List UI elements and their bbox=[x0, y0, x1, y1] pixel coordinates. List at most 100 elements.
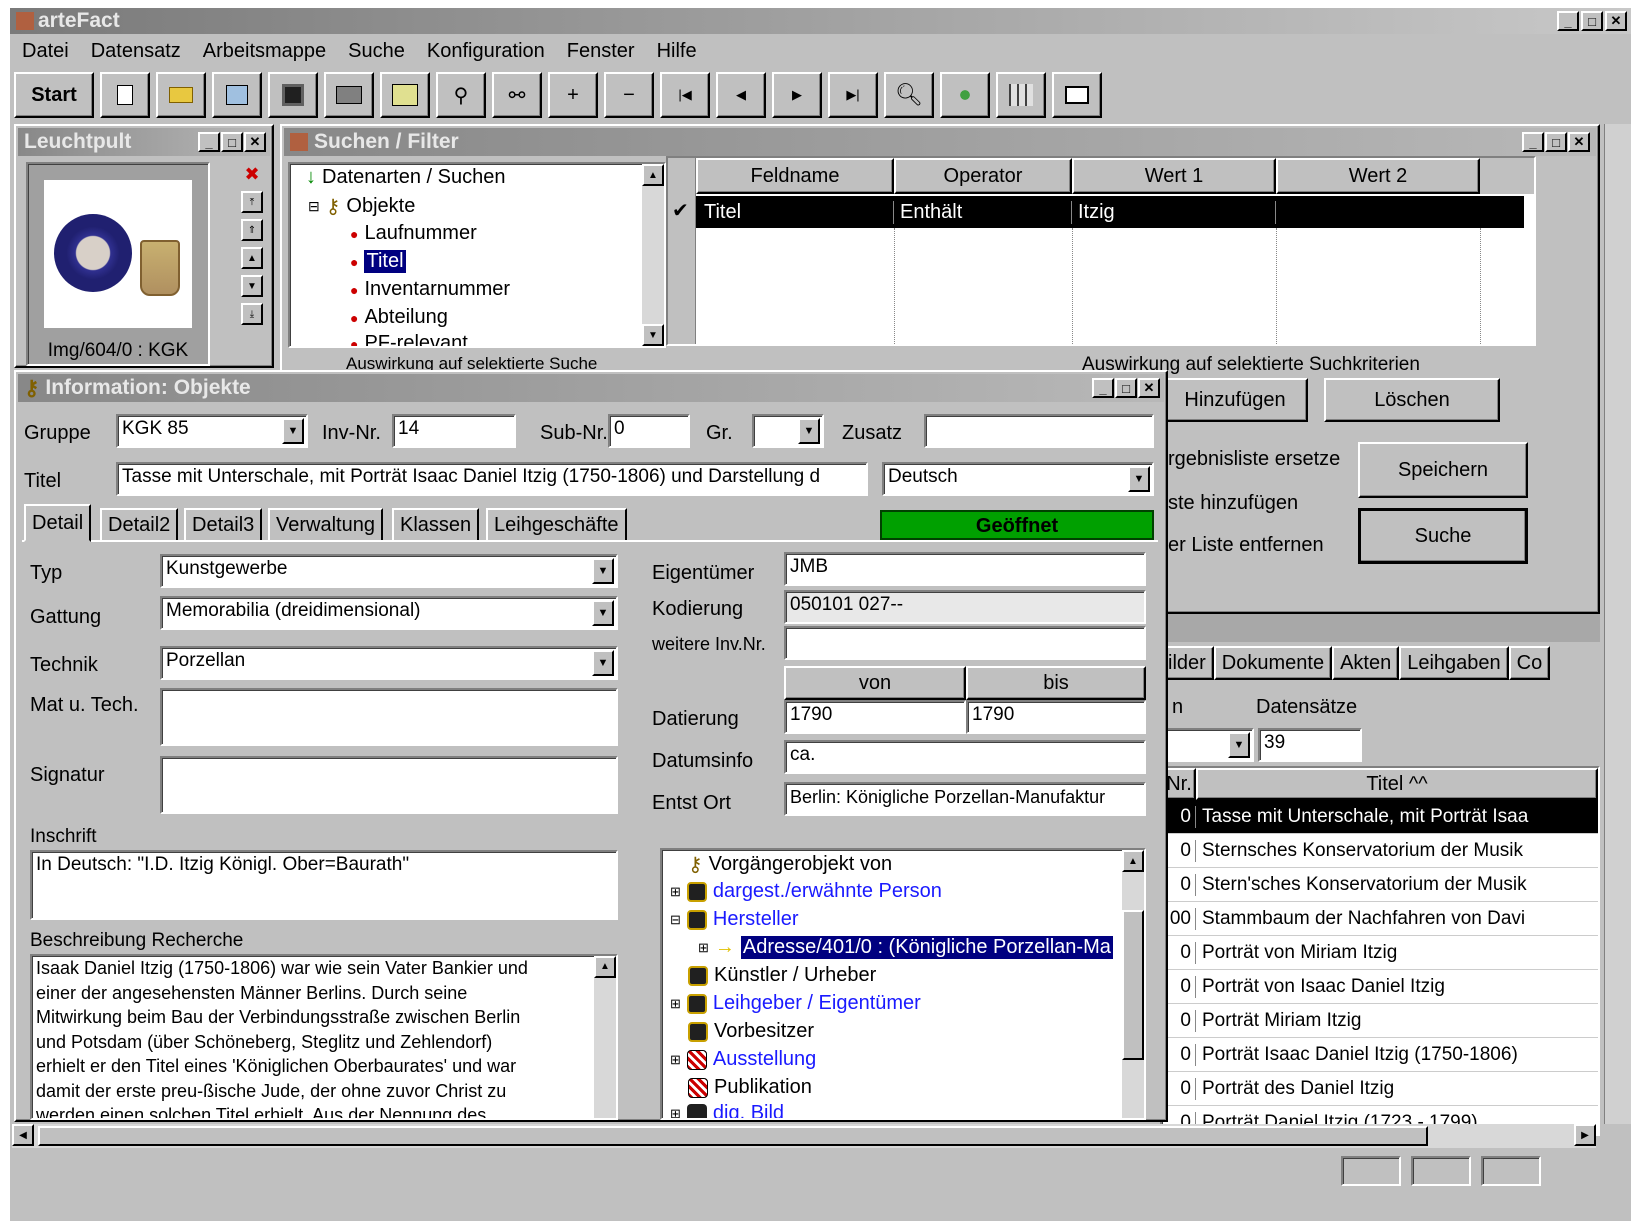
tab-leihgaben[interactable]: Leihgaben bbox=[1399, 646, 1509, 680]
datierung-bis-input[interactable]: 1790 bbox=[966, 700, 1146, 734]
tree-scroll-down[interactable]: ▼ bbox=[642, 324, 664, 346]
menu-suche[interactable]: Suche bbox=[348, 40, 405, 63]
new-record-button[interactable] bbox=[100, 72, 150, 118]
suche-button[interactable]: Suche bbox=[1358, 508, 1528, 564]
move-top-button[interactable]: ⤒ bbox=[241, 191, 263, 213]
datumsinfo-input[interactable]: ca. bbox=[784, 740, 1146, 774]
minimize-button[interactable]: _ bbox=[1557, 11, 1579, 31]
link-hersteller[interactable]: ⊟ Hersteller bbox=[670, 908, 798, 931]
col-wert2[interactable]: Wert 2 bbox=[1276, 158, 1480, 194]
subnr-input[interactable]: 0 bbox=[608, 414, 690, 448]
tree-item-inventarnummer[interactable]: ● Inventarnummer bbox=[350, 278, 510, 301]
search-minimize[interactable]: _ bbox=[1522, 132, 1544, 152]
gr-select[interactable]: ▼ bbox=[752, 414, 824, 448]
tree-scrollbar[interactable]: ▲ ▼ bbox=[642, 164, 664, 346]
links-scrollbar[interactable]: ▲ bbox=[1122, 850, 1144, 1118]
network-button[interactable] bbox=[940, 72, 990, 118]
invnr-input[interactable]: 14 bbox=[392, 414, 516, 448]
search-maximize[interactable]: □ bbox=[1545, 132, 1567, 152]
col-wert1[interactable]: Wert 1 bbox=[1072, 158, 1276, 194]
filter-button[interactable]: ⚲ bbox=[436, 72, 486, 118]
tab-klassen[interactable]: Klassen bbox=[392, 508, 480, 542]
table-row[interactable]: 0 Porträt Miriam Itzig bbox=[1162, 1004, 1598, 1038]
menu-fenster[interactable]: Fenster bbox=[567, 40, 635, 63]
leuchtpult-close[interactable]: ✕ bbox=[244, 132, 266, 152]
tree-scroll-up[interactable]: ▲ bbox=[642, 164, 664, 186]
table-row[interactable]: 0 Sternsches Konservatorium der Musik bbox=[1162, 834, 1598, 868]
leuchtpult-minimize[interactable]: _ bbox=[198, 132, 220, 152]
weitere-invnr-input[interactable] bbox=[784, 626, 1146, 660]
option-remove[interactable]: er Liste entfernen bbox=[1168, 534, 1324, 557]
link-adresse[interactable]: ⊞ → Adresse/401/0 : (Königliche Porzellan-… bbox=[698, 936, 1113, 959]
hinzufuegen-button[interactable]: Hinzufügen bbox=[1162, 378, 1308, 422]
menu-datensatz[interactable]: Datensatz bbox=[91, 40, 181, 63]
last-record-button[interactable]: ▶| bbox=[828, 72, 878, 118]
horizontal-scrollbar[interactable]: ◀ ▶ bbox=[12, 1124, 1596, 1148]
col-operator[interactable]: Operator bbox=[894, 158, 1072, 194]
table-row[interactable]: 00 Stammbaum der Nachfahren von Davi bbox=[1162, 902, 1598, 936]
loeschen-button[interactable]: Löschen bbox=[1324, 378, 1500, 422]
tab-bilder[interactable]: ilder bbox=[1160, 646, 1214, 680]
speichern-button[interactable]: Speichern bbox=[1358, 442, 1528, 498]
presentation-button[interactable] bbox=[1052, 72, 1102, 118]
tree-item-abteilung[interactable]: ● Abteilung bbox=[350, 306, 448, 329]
search-titlebar[interactable]: Suchen / Filter bbox=[284, 128, 1596, 156]
gruppe-select[interactable]: KGK 85 ▼ bbox=[116, 414, 308, 448]
tab-co[interactable]: Co bbox=[1508, 646, 1551, 680]
object-thumbnail[interactable] bbox=[44, 180, 192, 328]
leuchtpult-maximize[interactable]: □ bbox=[221, 132, 243, 152]
info-minimize[interactable]: _ bbox=[1092, 378, 1114, 398]
typ-select[interactable]: Kunstgewerbe ▼ bbox=[160, 554, 618, 588]
criteria-row[interactable]: Titel Enthält Itzig bbox=[696, 196, 1524, 228]
scroll-right[interactable]: ▶ bbox=[1574, 1124, 1596, 1146]
col-feldname[interactable]: Feldname bbox=[696, 158, 894, 194]
grid-button[interactable] bbox=[996, 72, 1046, 118]
link-dig-bild[interactable]: ⊞ dig. Bild bbox=[670, 1102, 784, 1118]
link-ausstellung[interactable]: ⊞ Ausstellung bbox=[670, 1048, 816, 1071]
pin-icon[interactable]: ✖ bbox=[244, 164, 259, 185]
tree-item-laufnummer[interactable]: ● Laufnummer bbox=[350, 222, 477, 245]
info-maximize[interactable]: □ bbox=[1115, 378, 1137, 398]
table-row[interactable]: 0 Porträt von Isaac Daniel Itzig bbox=[1162, 970, 1598, 1004]
menu-datei[interactable]: Datei bbox=[22, 40, 69, 63]
start-button[interactable]: Start bbox=[14, 72, 94, 118]
search-close[interactable]: ✕ bbox=[1568, 132, 1590, 152]
scroll-left[interactable]: ◀ bbox=[12, 1124, 34, 1146]
tab-verwaltung[interactable]: Verwaltung bbox=[268, 508, 383, 542]
move-up-fast-button[interactable]: ⇑ bbox=[241, 219, 263, 241]
titel-input[interactable]: Tasse mit Unterschale, mit Porträt Isaac… bbox=[116, 462, 868, 496]
menu-hilfe[interactable]: Hilfe bbox=[657, 40, 697, 63]
table-row[interactable]: 0 Porträt von Miriam Itzig bbox=[1162, 936, 1598, 970]
search-button-tool[interactable]: ⚯ bbox=[492, 72, 542, 118]
menu-arbeitsmappe[interactable]: Arbeitsmappe bbox=[203, 40, 326, 63]
link-vorgaenger[interactable]: ⚷ Vorgängerobjekt von bbox=[688, 852, 892, 877]
table-row[interactable]: 0 Tasse mit Unterschale, mit Porträt Isaa bbox=[1162, 800, 1598, 834]
menu-konfiguration[interactable]: Konfiguration bbox=[427, 40, 545, 63]
info-close[interactable]: ✕ bbox=[1138, 378, 1160, 398]
link-vorbesitzer[interactable]: Vorbesitzer bbox=[688, 1020, 814, 1043]
tab-akten[interactable]: Akten bbox=[1332, 646, 1400, 680]
mat-tech-textarea[interactable] bbox=[160, 688, 618, 746]
info-titlebar[interactable]: ⚷ Information: Objekte bbox=[18, 374, 1164, 402]
tree-item-pf-relevant[interactable]: ● PF-relevant bbox=[350, 332, 468, 346]
sprache-select[interactable]: Deutsch ▼ bbox=[882, 462, 1154, 496]
results-filter-select[interactable]: ▼ bbox=[1160, 728, 1254, 762]
table-row[interactable]: 0 Porträt des Daniel Itzig bbox=[1162, 1072, 1598, 1106]
link-kuenstler[interactable]: Künstler / Urheber bbox=[688, 964, 876, 987]
right-edge-scrollbar[interactable] bbox=[1604, 124, 1631, 1124]
print-button[interactable] bbox=[324, 72, 374, 118]
maximize-button[interactable]: □ bbox=[1581, 11, 1603, 31]
tab-detail2[interactable]: Detail2 bbox=[100, 508, 179, 542]
open-button[interactable] bbox=[156, 72, 206, 118]
option-add[interactable]: ste hinzufügen bbox=[1168, 492, 1298, 515]
app-titlebar[interactable]: arteFact bbox=[10, 8, 1631, 34]
tab-detail[interactable]: Detail bbox=[24, 504, 92, 542]
remove-button[interactable]: − bbox=[604, 72, 654, 118]
tab-detail3[interactable]: Detail3 bbox=[184, 508, 263, 542]
tab-leihgeschaefte[interactable]: Leihgeschäfte bbox=[486, 508, 627, 542]
move-down-button[interactable]: ▼ bbox=[241, 275, 263, 297]
col-titel[interactable]: Titel ^^ bbox=[1196, 768, 1598, 800]
technik-select[interactable]: Porzellan ▼ bbox=[160, 646, 618, 680]
beschreibung-textarea[interactable]: Isaak Daniel Itzig (1750-1806) war wie s… bbox=[30, 954, 618, 1120]
records-button[interactable] bbox=[380, 72, 430, 118]
